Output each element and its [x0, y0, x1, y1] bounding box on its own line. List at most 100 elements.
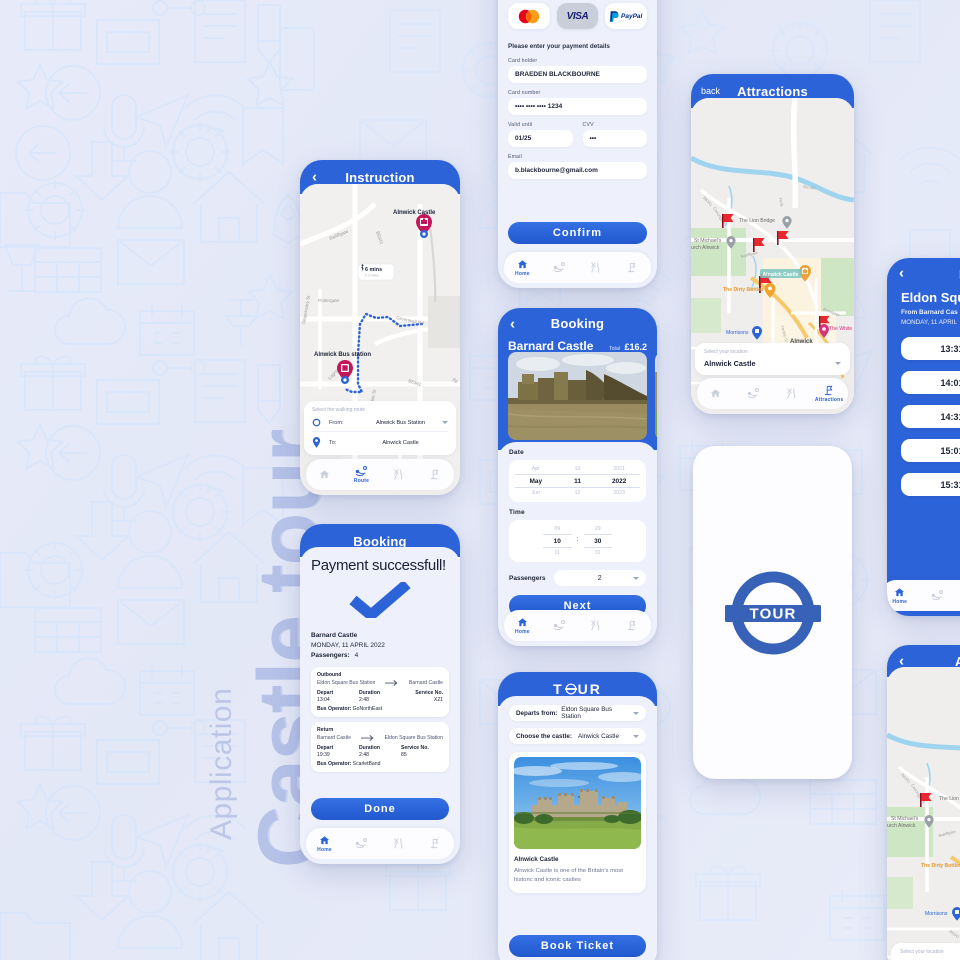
tab-home[interactable]: Home — [306, 835, 343, 853]
hour-prev[interactable]: 09 — [543, 524, 572, 534]
tab-home[interactable]: Home — [504, 617, 541, 635]
svg-text:urch Alnwick: urch Alnwick — [691, 245, 720, 251]
cvv-input[interactable]: ••• — [582, 130, 647, 147]
home-icon — [319, 470, 330, 479]
tab-attractions[interactable] — [614, 262, 651, 273]
valid-until-input[interactable]: 01/25 — [508, 130, 573, 147]
attractions2-map[interactable]: B6341 Canongate Bailiffgate B6341 The Li… — [887, 667, 960, 960]
time-option[interactable]: 13:31 — [901, 337, 960, 360]
tab-home[interactable] — [306, 469, 343, 480]
year-prev[interactable]: 2021 — [598, 464, 640, 474]
tab-home[interactable]: Home — [504, 259, 541, 277]
day-next[interactable]: 12 — [557, 488, 599, 498]
tab-attractions[interactable] — [614, 620, 651, 631]
date-picker[interactable]: Apr 10 2021 May 11 2022 Jun 12 2023 — [509, 460, 646, 502]
minute-selected[interactable]: 30 — [583, 534, 612, 548]
time-option[interactable]: 14:01 — [901, 371, 960, 394]
time-option[interactable]: 15:01 — [901, 439, 960, 462]
tab-attractions[interactable] — [417, 838, 454, 849]
payment-method-paypal[interactable]: PayPal — [605, 3, 648, 29]
back-chevron-icon[interactable]: ‹ — [312, 170, 317, 185]
tab-food[interactable] — [380, 838, 417, 849]
home-icon — [517, 259, 527, 268]
duration-value: 2:48 — [359, 752, 369, 758]
card-holder-input[interactable]: BRAEDEN BLACKBOURNE — [508, 66, 647, 83]
field-card-holder: Card holder BRAEDEN BLACKBOURNE — [508, 58, 647, 83]
tab-route[interactable] — [541, 620, 578, 631]
restaurant-icon — [591, 262, 600, 273]
restaurant-icon — [394, 838, 403, 849]
card-number-input[interactable]: •••• •••• •••• 1234 — [508, 98, 647, 115]
route-icon — [747, 388, 760, 399]
success-castle: Barnard Castle — [311, 632, 358, 639]
back-chevron-icon[interactable]: ‹ — [510, 317, 515, 332]
service-label: Service No. — [401, 745, 429, 751]
location-card-value[interactable]: Alnwick Castle — [704, 359, 835, 368]
from-value[interactable]: Alnwick Bus Station — [359, 420, 442, 426]
book-ticket-button[interactable]: Book Ticket — [509, 935, 646, 957]
tab-route[interactable] — [919, 590, 957, 601]
to-value[interactable]: Alnwick Castle — [359, 440, 442, 446]
back-button[interactable]: back — [701, 86, 720, 96]
chevron-down-icon[interactable] — [633, 576, 639, 580]
chevron-down-icon[interactable] — [633, 711, 639, 715]
time-option[interactable]: 15:31 — [901, 473, 960, 496]
chevron-down-icon[interactable] — [835, 362, 841, 365]
tab-attractions[interactable] — [417, 469, 454, 480]
restaurant-icon — [591, 620, 600, 631]
tab-home[interactable] — [697, 388, 735, 399]
payment-methods: VISA PayPal — [508, 0, 648, 29]
attractions-icon — [430, 838, 439, 849]
chevron-down-icon[interactable] — [633, 734, 639, 738]
location-selector-card2[interactable]: Select your location Alnwick Castle — [891, 943, 960, 960]
to-label: To: — [329, 439, 337, 446]
attractions-body: B6341 Canongate Bailiffgate Fenk Fenkle … — [691, 98, 854, 414]
payment-instruction: Please enter your payment details — [508, 43, 610, 50]
minute-prev[interactable]: 29 — [584, 524, 613, 534]
field-cvv: CVV ••• — [582, 122, 647, 147]
restaurant-icon — [394, 469, 403, 480]
time-option[interactable]: 14:31 — [901, 405, 960, 428]
tab-home[interactable]: Home — [887, 587, 919, 605]
tab-route[interactable] — [541, 262, 578, 273]
passengers-select[interactable]: 2 — [553, 570, 646, 586]
done-button[interactable]: Done — [311, 798, 449, 820]
tab-food[interactable] — [773, 388, 811, 399]
castle-select[interactable]: Choose the castle: Alnwick Castle — [509, 728, 646, 744]
departs-select[interactable]: Departs from: Eldon Square Bus Station — [509, 705, 646, 721]
tab-food[interactable] — [578, 262, 615, 273]
tab-food[interactable] — [578, 620, 615, 631]
location-selector-card[interactable]: Select your location Alnwick Castle — [695, 343, 850, 375]
tab-attractions[interactable]: Attractions — [810, 385, 848, 403]
castle-photo-alnwick — [514, 757, 641, 849]
time-picker[interactable]: 09 29 10 : 30 11 31 — [509, 520, 646, 562]
hour-selected[interactable]: 10 — [543, 534, 572, 548]
year-next[interactable]: 2023 — [598, 488, 640, 498]
month-selected[interactable]: May — [515, 474, 557, 488]
ticket-route: Barnard Castle Eldon Square Bus Station — [317, 735, 443, 741]
tab-food[interactable] — [380, 469, 417, 480]
minute-next[interactable]: 31 — [584, 548, 613, 558]
payment-method-visa[interactable]: VISA — [556, 3, 599, 29]
svg-text:urch Alnwick: urch Alnwick — [887, 823, 916, 829]
depart-value: 19:39 — [317, 752, 330, 758]
confirm-button[interactable]: Confirm — [508, 222, 647, 244]
back-chevron-icon[interactable]: ‹ — [899, 266, 904, 281]
origin-circle-icon — [312, 418, 321, 427]
month-prev[interactable]: Apr — [515, 464, 557, 474]
tab-route[interactable] — [735, 388, 773, 399]
tab-route[interactable] — [343, 838, 380, 849]
payment-body: VISA PayPal Please enter your payment de… — [498, 0, 657, 288]
email-input[interactable]: b.blackbourne@gmail.com — [508, 162, 647, 179]
month-next[interactable]: Jun — [515, 488, 557, 498]
tab-route[interactable]: Route — [343, 465, 380, 484]
hour-next[interactable]: 11 — [543, 548, 572, 558]
day-prev[interactable]: 10 — [557, 464, 599, 474]
payment-method-mastercard[interactable] — [508, 3, 550, 29]
booking-photo-carousel[interactable] — [498, 352, 657, 450]
year-selected[interactable]: 2022 — [598, 474, 641, 488]
chevron-down-icon[interactable] — [442, 421, 448, 424]
day-selected[interactable]: 11 — [556, 474, 599, 488]
map-label-lion2: The Lion — [939, 796, 959, 802]
attractions2-body: B6341 Canongate Bailiffgate B6341 The Li… — [887, 667, 960, 960]
